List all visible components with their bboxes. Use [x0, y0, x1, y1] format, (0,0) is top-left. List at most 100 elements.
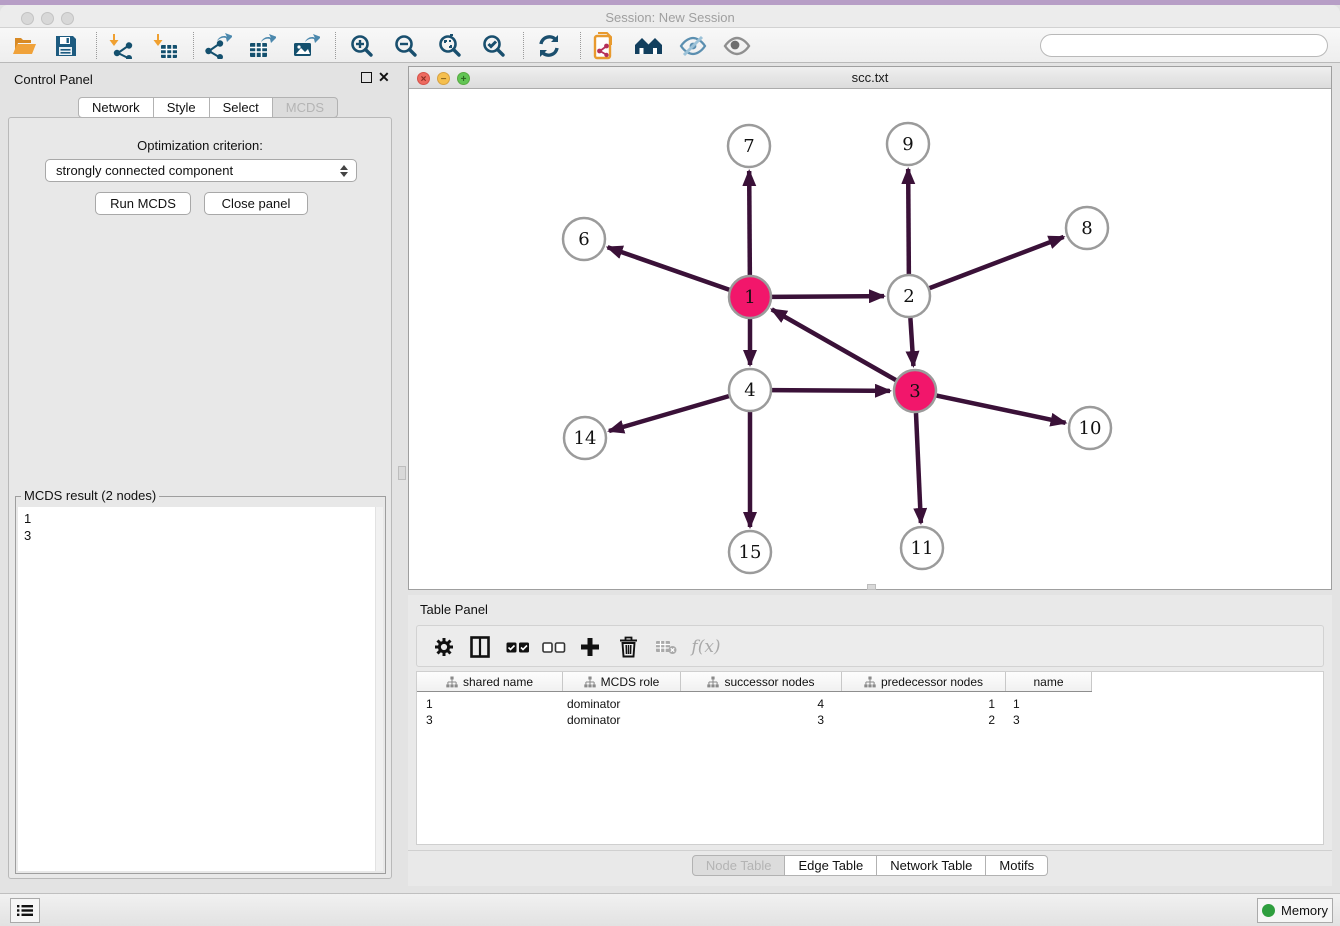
close-panel-button[interactable]: Close panel: [204, 192, 308, 215]
graph-edge-4-3[interactable]: [772, 390, 890, 391]
zoom-in-button[interactable]: [343, 31, 381, 61]
graph-edge-1-7[interactable]: [749, 171, 750, 275]
clone-network-button[interactable]: [586, 31, 624, 61]
column-header-predecessor-nodes[interactable]: predecessor nodes: [842, 672, 1006, 691]
cell-name[interactable]: 3: [1006, 712, 1092, 728]
show-log-button[interactable]: [10, 898, 40, 923]
hide-graphics-details-button[interactable]: [674, 31, 712, 61]
tab-node-table[interactable]: Node Table: [692, 855, 786, 876]
show-graphics-details-button[interactable]: [718, 31, 756, 61]
column-header-name[interactable]: name: [1006, 672, 1092, 691]
tab-edge-table[interactable]: Edge Table: [785, 855, 877, 876]
network-canvas[interactable]: 7968124314101511: [409, 89, 1331, 589]
toolbar-separator: [580, 32, 581, 59]
create-column-button[interactable]: [577, 634, 603, 660]
column-header-shared-name[interactable]: shared name: [417, 672, 563, 691]
graph-edge-4-14[interactable]: [609, 396, 729, 431]
tab-select[interactable]: Select: [210, 97, 273, 118]
mcds-result-text[interactable]: 1 3: [18, 507, 383, 871]
zoom-out-button[interactable]: [387, 31, 425, 61]
import-table-icon: [152, 33, 178, 59]
cell-successor-nodes[interactable]: 4: [681, 696, 842, 712]
toolbar-separator: [96, 32, 97, 59]
cell-shared-name[interactable]: 1: [417, 696, 563, 712]
tab-motifs[interactable]: Motifs: [986, 855, 1048, 876]
export-table-button[interactable]: [243, 31, 281, 61]
column-header-mcds-role[interactable]: MCDS role: [563, 672, 681, 691]
float-panel-icon[interactable]: [361, 72, 372, 83]
graph-edge-2-3[interactable]: [910, 318, 913, 366]
cell-predecessor-nodes[interactable]: 1: [842, 696, 1006, 712]
function-builder-button[interactable]: f(x): [687, 634, 725, 660]
mcds-panel: Optimization criterion: strongly connect…: [8, 117, 392, 879]
close-panel-icon[interactable]: ✕: [378, 69, 390, 85]
graph-node-label-1: 1: [744, 287, 755, 308]
window-title: Session: New Session: [0, 10, 1340, 25]
column-label: name: [1033, 675, 1063, 689]
graph-node-label-8: 8: [1081, 218, 1092, 239]
open-folder-icon: [11, 34, 37, 58]
table-settings-button[interactable]: [431, 634, 457, 660]
network-window-title: scc.txt: [409, 70, 1331, 85]
show-all-networks-button[interactable]: [630, 31, 668, 61]
cell-shared-name[interactable]: 3: [417, 712, 563, 728]
export-network-button[interactable]: [199, 31, 237, 61]
tab-style[interactable]: Style: [154, 97, 210, 118]
control-panel-header: Control Panel ✕: [0, 63, 400, 95]
cell-mcds-role[interactable]: dominator: [563, 712, 681, 728]
main-titlebar: Session: New Session: [0, 5, 1340, 27]
graph-edge-2-9[interactable]: [908, 169, 909, 274]
tab-network-table[interactable]: Network Table: [877, 855, 986, 876]
cell-name[interactable]: 1: [1006, 696, 1092, 712]
optimization-criterion-select[interactable]: strongly connected component: [45, 159, 357, 182]
zoom-selected-button[interactable]: [475, 31, 513, 61]
import-table-button[interactable]: [146, 31, 184, 61]
graph-edge-3-10[interactable]: [937, 396, 1066, 423]
zoom-fit-button[interactable]: [431, 31, 469, 61]
delete-table-button[interactable]: [653, 634, 679, 660]
table-panel-title: Table Panel: [420, 602, 488, 617]
refresh-button[interactable]: [530, 31, 568, 61]
table-row[interactable]: 1 dominator 4 1 1: [417, 696, 1092, 712]
graph-node-label-7: 7: [743, 136, 754, 157]
export-image-button[interactable]: [287, 31, 325, 61]
network-window-titlebar[interactable]: × − + scc.txt: [409, 67, 1331, 89]
search-input[interactable]: [1040, 34, 1328, 57]
run-mcds-button[interactable]: Run MCDS: [95, 192, 191, 215]
column-layout-button[interactable]: [467, 634, 493, 660]
graph-node-label-4: 4: [744, 380, 755, 401]
graph-edge-2-8[interactable]: [930, 237, 1064, 288]
save-session-button[interactable]: [47, 31, 85, 61]
zoom-fit-icon: [437, 33, 463, 59]
delete-column-button[interactable]: [615, 634, 641, 660]
select-all-columns-button[interactable]: [505, 634, 531, 660]
memory-label: Memory: [1281, 903, 1328, 918]
trash-icon: [619, 636, 638, 658]
result-scrollbar[interactable]: [375, 507, 383, 871]
table-panel: Table Panel ✕: [408, 595, 1332, 886]
graph-edge-1-2[interactable]: [772, 296, 884, 297]
horizontal-splitter-grip[interactable]: [867, 584, 876, 590]
unselect-all-columns-button[interactable]: [541, 634, 567, 660]
delete-table-icon: [655, 639, 677, 655]
graph-node-label-15: 15: [739, 542, 762, 563]
graph-edge-1-6[interactable]: [608, 247, 730, 289]
open-session-button[interactable]: [5, 31, 43, 61]
graph-edge-3-1[interactable]: [772, 309, 896, 380]
main-toolbar: [0, 27, 1340, 63]
graph-node-label-6: 6: [578, 229, 589, 250]
cell-mcds-role[interactable]: dominator: [563, 696, 681, 712]
import-network-button[interactable]: [102, 31, 140, 61]
column-header-successor-nodes[interactable]: successor nodes: [681, 672, 842, 691]
tab-network[interactable]: Network: [78, 97, 154, 118]
memory-button[interactable]: Memory: [1257, 898, 1333, 923]
tab-mcds[interactable]: MCDS: [273, 97, 338, 118]
graph-node-label-14: 14: [574, 428, 597, 449]
memory-status-dot: [1262, 904, 1275, 917]
vertical-splitter-grip[interactable]: [398, 466, 406, 480]
graph-edge-3-11[interactable]: [916, 413, 921, 523]
toolbar-separator: [523, 32, 524, 59]
cell-predecessor-nodes[interactable]: 2: [842, 712, 1006, 728]
cell-successor-nodes[interactable]: 3: [681, 712, 842, 728]
table-row[interactable]: 3 dominator 3 2 3: [417, 712, 1092, 728]
